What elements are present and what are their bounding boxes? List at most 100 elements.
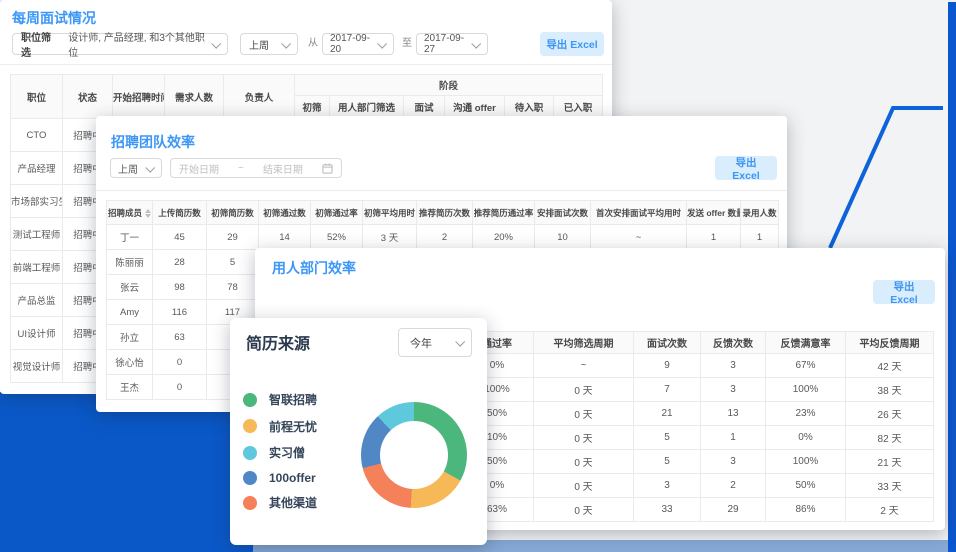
- end-date-placeholder: 结束日期: [263, 161, 303, 176]
- table-cell: 0 天: [534, 450, 634, 474]
- dept-panel-title: 用人部门效率: [272, 258, 356, 278]
- table-cell: 前端工程师: [11, 251, 63, 284]
- table-cell: 67%: [766, 354, 846, 378]
- table-cell: Amy: [107, 300, 153, 325]
- start-date-select[interactable]: 2017-09-20: [322, 33, 394, 55]
- legend-label: 前程无忧: [269, 418, 317, 435]
- table-row: 10%0 天510%82 天: [461, 426, 934, 450]
- table-cell: 3: [701, 354, 766, 378]
- legend-item[interactable]: 100offer: [243, 471, 317, 485]
- table-cell: UI设计师: [11, 317, 63, 350]
- table-cell: 7: [634, 378, 701, 402]
- legend-item[interactable]: 其他渠道: [243, 494, 317, 511]
- table-cell: 1: [687, 225, 741, 250]
- table-row: 丁一45291452%3 天220%10~11: [107, 225, 779, 250]
- table-cell: 9: [634, 354, 701, 378]
- table-cell: 陈丽丽: [107, 250, 153, 275]
- weekly-export-excel-button[interactable]: 导出 Excel: [540, 32, 604, 56]
- table-cell: 13: [701, 402, 766, 426]
- table-cell: CTO: [11, 119, 63, 152]
- position-filter-select[interactable]: 职位筛选 设计师, 产品经理, 和3个其他职位: [12, 33, 228, 55]
- legend-item[interactable]: 智联招聘: [243, 391, 317, 408]
- table-cell: 视觉设计师: [11, 350, 63, 383]
- page: { "theme": { "accent_blue": "#0A58C8", "…: [0, 0, 956, 552]
- end-date-select[interactable]: 2017-09-27: [416, 33, 488, 55]
- weekly-period-value: 上周: [249, 37, 269, 52]
- table-cell: 2: [417, 225, 473, 250]
- hiring-dept-table: 通过率平均筛选周期面试次数反馈次数反馈满意率平均反馈周期 0%~9367%42 …: [460, 331, 934, 522]
- table-cell: 21: [634, 402, 701, 426]
- table-cell: 3: [701, 450, 766, 474]
- weekly-period-select[interactable]: 上周: [240, 33, 298, 55]
- team-period-select[interactable]: 上周: [110, 158, 162, 178]
- legend-dot: [243, 496, 257, 510]
- legend-dot: [243, 393, 257, 407]
- start-date-value: 2017-09-20: [330, 33, 378, 55]
- resume-source-panel: 简历来源 今年 智联招聘前程无忧实习僧 100offer 其他渠道: [230, 318, 487, 545]
- table-row: 50%0 天211323%26 天: [461, 402, 934, 426]
- table-cell: 张云: [107, 275, 153, 300]
- team-export-excel-button[interactable]: 导出 Excel: [715, 156, 777, 180]
- table-cell: 0: [153, 375, 207, 400]
- table-cell: 86%: [766, 498, 846, 522]
- legend-dot: [243, 419, 257, 433]
- stage-group-header: 阶段: [295, 75, 603, 96]
- table-cell: 1: [701, 426, 766, 450]
- column-header: 开始招聘时间: [113, 75, 165, 119]
- calendar-icon: [322, 163, 333, 174]
- start-date-placeholder: 开始日期: [179, 161, 219, 176]
- table-cell: 20%: [473, 225, 535, 250]
- resume-source-donut-chart: [361, 402, 467, 508]
- table-cell: 0: [153, 350, 207, 375]
- column-header: 安排面试次数: [535, 201, 591, 225]
- table-cell: 0%: [766, 426, 846, 450]
- table-cell: 26 天: [846, 402, 934, 426]
- chevron-down-icon: [211, 38, 221, 48]
- table-cell: 2: [701, 474, 766, 498]
- table-cell: 2 天: [846, 498, 934, 522]
- table-cell: 5: [634, 450, 701, 474]
- table-cell: 100%: [766, 450, 846, 474]
- table-cell: 0 天: [534, 474, 634, 498]
- column-header: 职位: [11, 75, 63, 119]
- column-header[interactable]: 招聘成员: [107, 201, 153, 225]
- dept-export-excel-button[interactable]: 导出 Excel: [873, 280, 935, 304]
- column-header: 平均筛选周期: [534, 332, 634, 354]
- year-select[interactable]: 今年: [398, 328, 472, 357]
- table-cell: 98: [153, 275, 207, 300]
- table-cell: 市场部实习生: [11, 185, 63, 218]
- table-cell: 0 天: [534, 378, 634, 402]
- table-row: 0%~9367%42 天: [461, 354, 934, 378]
- position-filter-value: 设计师, 产品经理, 和3个其他职位: [68, 29, 212, 59]
- column-header: 需求人数: [165, 75, 224, 119]
- table-row: 0%0 天3250%33 天: [461, 474, 934, 498]
- column-header: 上传简历数: [153, 201, 207, 225]
- legend-label: 其他渠道: [269, 494, 317, 511]
- legend-item[interactable]: 前程无忧: [243, 418, 317, 435]
- table-cell: 10: [535, 225, 591, 250]
- table-cell: 45: [153, 225, 207, 250]
- date-range-picker[interactable]: 开始日期 ~ 结束日期: [170, 158, 342, 178]
- table-cell: 5: [634, 426, 701, 450]
- table-cell: 50%: [766, 474, 846, 498]
- background-right-strip: [948, 2, 956, 552]
- column-header: 推荐简历通过率: [473, 201, 535, 225]
- column-header: 反馈满意率: [766, 332, 846, 354]
- legend-item[interactable]: 实习僧: [243, 444, 317, 461]
- table-cell: 78: [207, 275, 259, 300]
- table-cell: 0 天: [534, 498, 634, 522]
- divider: [96, 190, 787, 191]
- table-cell: 33: [634, 498, 701, 522]
- column-header: 状态: [63, 75, 113, 119]
- table-cell: 21 天: [846, 450, 934, 474]
- table-cell: 116: [153, 300, 207, 325]
- legend-dot: [243, 446, 257, 460]
- column-header: 发送 offer 数量: [687, 201, 741, 225]
- column-header: 平均反馈周期: [846, 332, 934, 354]
- table-cell: 0 天: [534, 402, 634, 426]
- end-date-value: 2017-09-27: [424, 33, 472, 55]
- background-blue-block: [0, 392, 255, 552]
- column-header: 初筛通过数: [259, 201, 311, 225]
- year-select-value: 今年: [410, 335, 432, 351]
- resume-source-title: 简历来源: [246, 330, 310, 354]
